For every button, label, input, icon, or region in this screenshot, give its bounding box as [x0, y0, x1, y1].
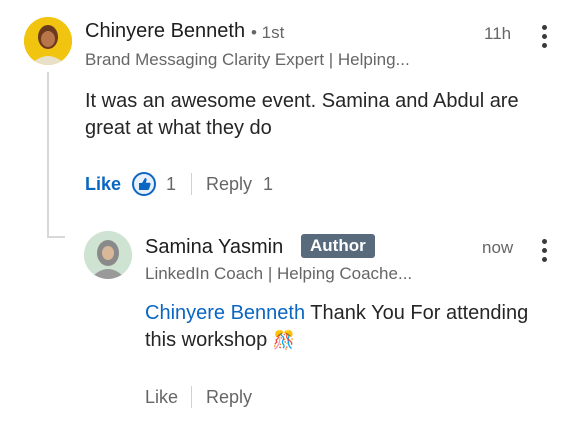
reply-count[interactable]: 1 [263, 174, 273, 195]
reply-timestamp: now [482, 238, 514, 257]
thread-line [47, 72, 49, 238]
reply-author-name[interactable]: Samina Yasmin [145, 236, 283, 259]
thread-line-elbow [47, 236, 65, 238]
reply-text: Chinyere Benneth Thank You For attending… [145, 300, 555, 354]
avatar-photo-icon [84, 231, 132, 279]
reply-like-button[interactable]: Like [145, 387, 178, 408]
reply-button[interactable]: Reply [206, 174, 252, 195]
comment-text: It was an awesome event. Samina and Abdu… [85, 90, 519, 139]
like-button[interactable]: Like [85, 174, 121, 195]
reply-avatar[interactable] [84, 231, 132, 279]
confetti-emoji: 🎊 [272, 330, 296, 350]
avatar-photo-icon [24, 17, 72, 65]
reaction-count[interactable]: 1 [166, 174, 176, 195]
reply-more-options-icon[interactable] [542, 239, 548, 266]
reply-text-line1: Thank You For attending [305, 302, 529, 324]
action-divider [191, 386, 192, 408]
reply-author-headline: LinkedIn Coach | Helping Coache... [145, 264, 413, 283]
more-options-icon[interactable] [542, 25, 548, 52]
comment-author-headline: Brand Messaging Clarity Expert | Helping… [85, 50, 410, 69]
reply-text-line2: this workshop [145, 329, 268, 351]
mention-link[interactable]: Chinyere Benneth [145, 302, 305, 324]
action-divider [191, 173, 192, 195]
reply-reply-button[interactable]: Reply [206, 387, 252, 408]
comment-author-name[interactable]: Chinyere Benneth [85, 20, 245, 43]
connection-degree: • 1st [251, 23, 285, 42]
thumbs-up-icon [132, 172, 156, 196]
avatar[interactable] [24, 17, 72, 65]
comment-timestamp: 11h [484, 24, 512, 43]
author-badge: Author [301, 234, 375, 258]
